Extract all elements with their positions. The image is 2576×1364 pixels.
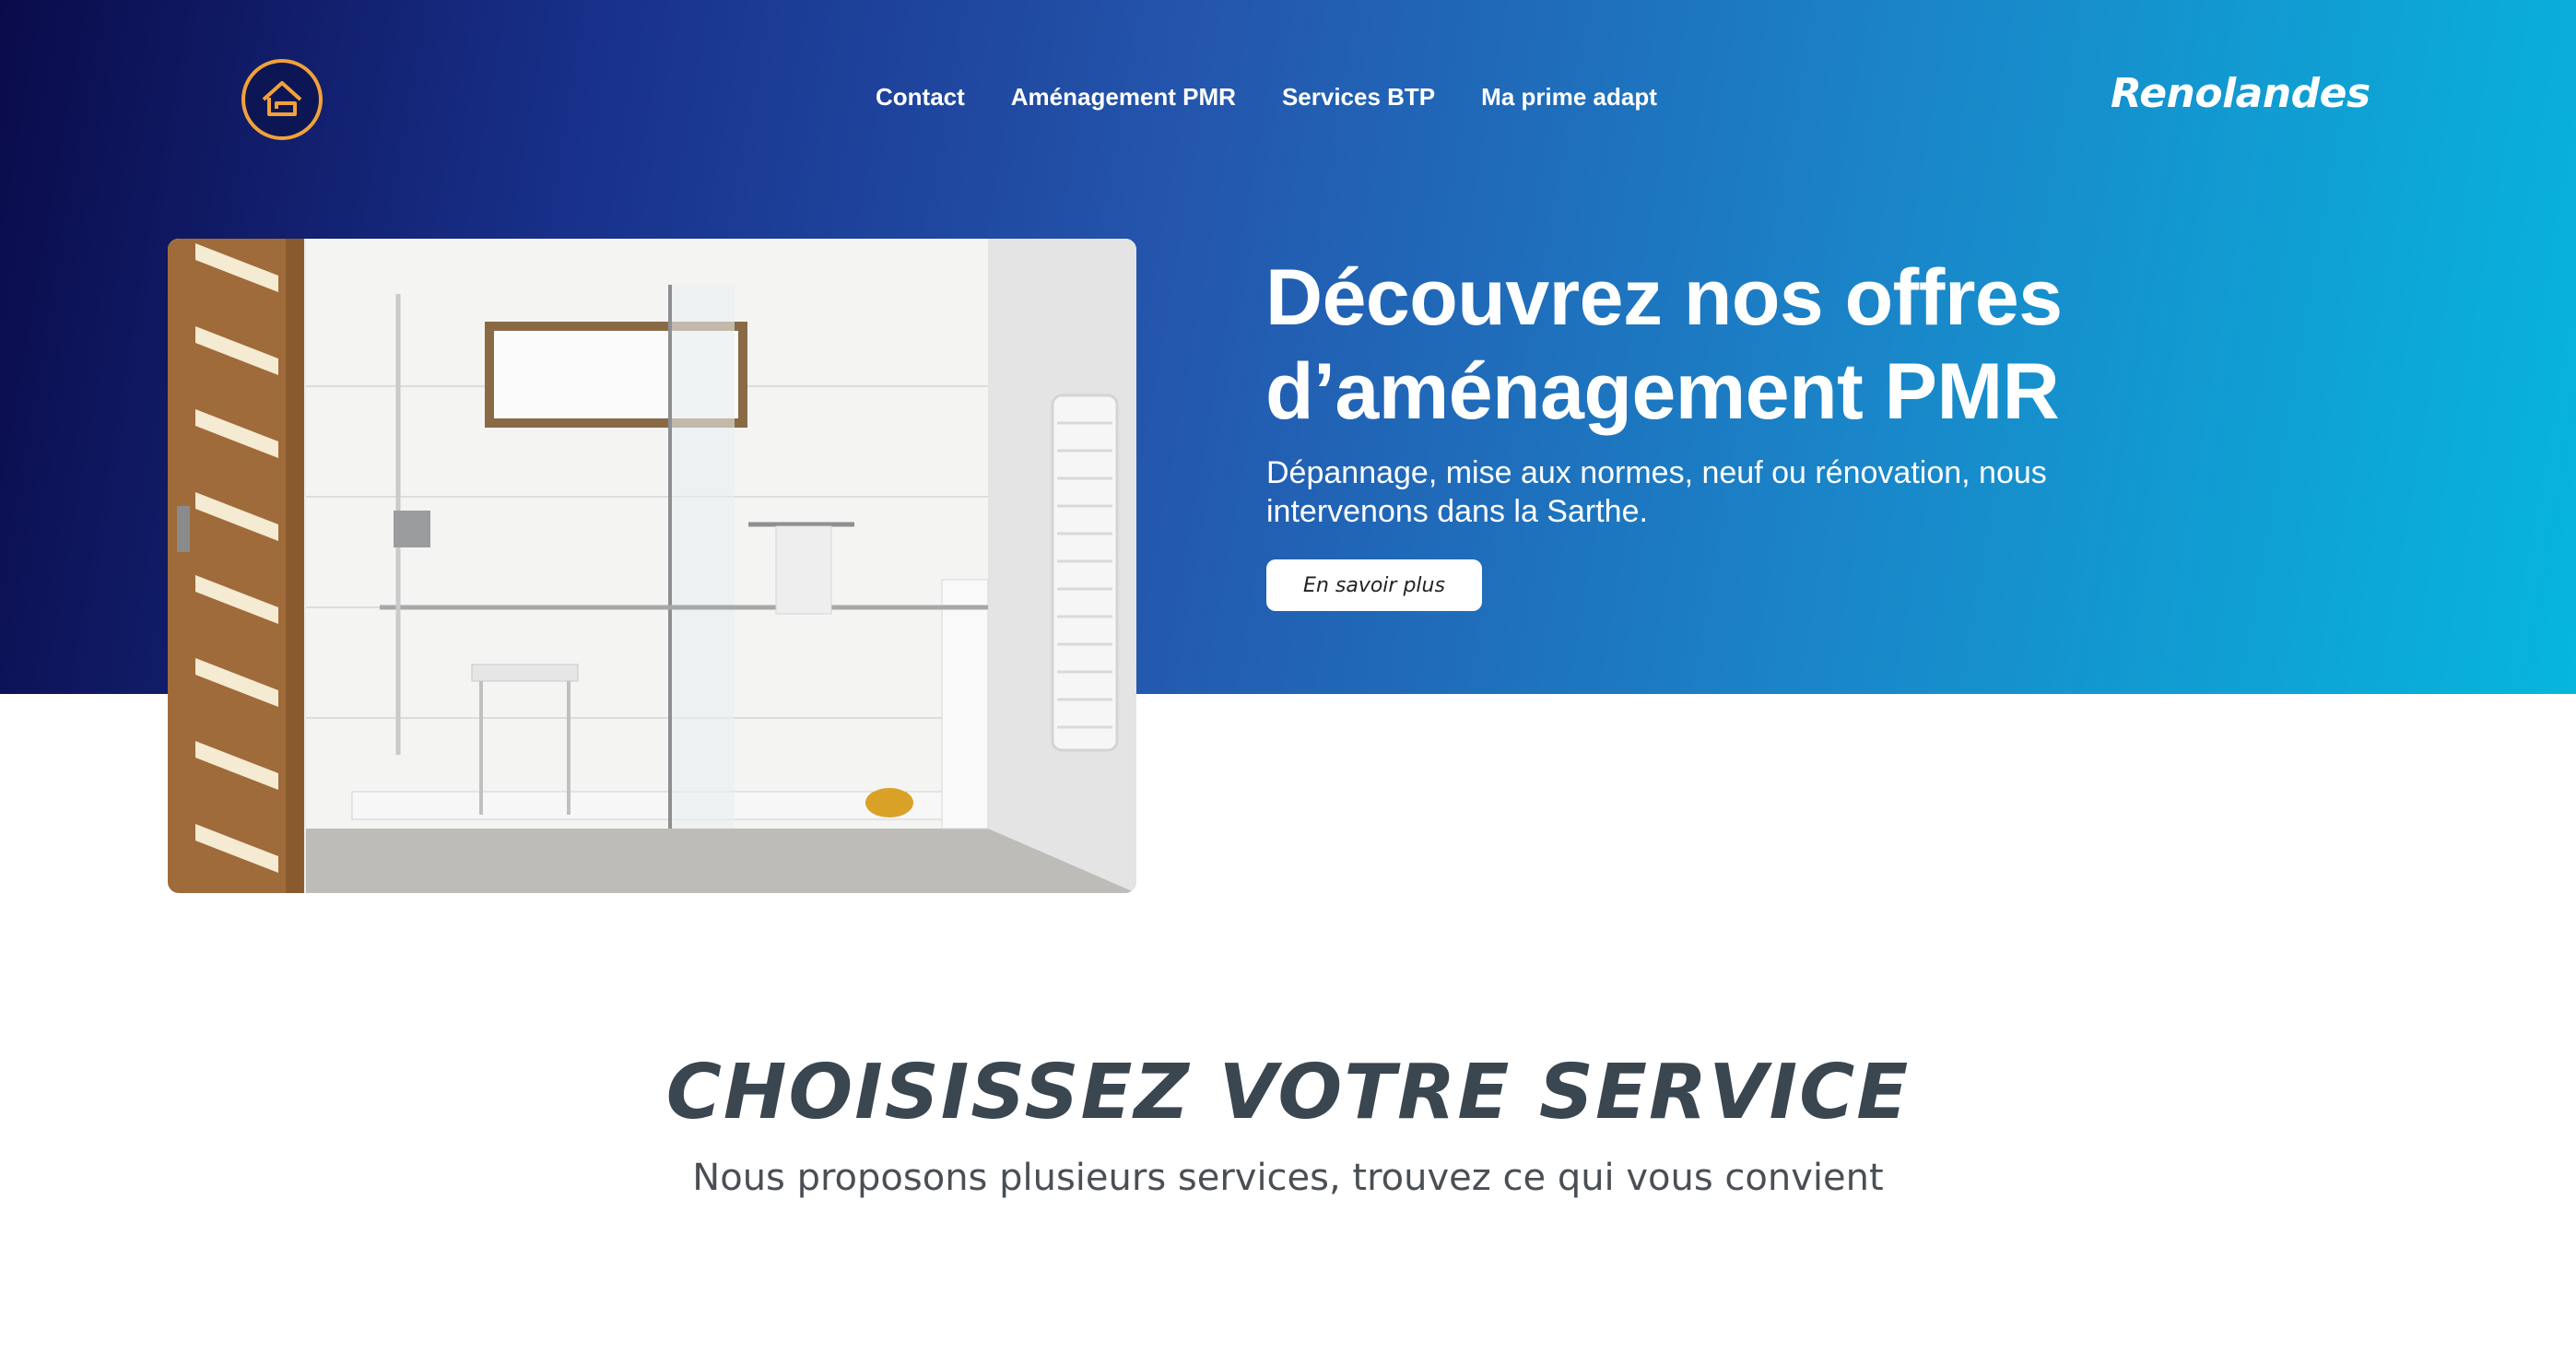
brand-name[interactable]: Renolandes	[2111, 70, 2370, 117]
nav-ma-prime-adapt[interactable]: Ma prime adapt	[1481, 83, 1657, 112]
services-subtitle: Nous proposons plusieurs services, trouv…	[692, 1157, 1884, 1199]
accessible-shower-photo	[168, 239, 1136, 893]
main-nav: Contact Aménagement PMR Services BTP Ma …	[876, 83, 1657, 112]
hero-headline: Découvrez nos offres d’aménagement PMR	[1265, 251, 2279, 439]
hero-headline-line2: d’aménagement PMR	[1265, 347, 2060, 436]
learn-more-button[interactable]: En savoir plus	[1266, 559, 1482, 611]
hero-subtext-line2: intervenons dans la Sarthe.	[1266, 494, 1648, 529]
hero-subtext-line1: Dépannage, mise aux normes, neuf ou réno…	[1266, 455, 2047, 490]
nav-amenagement-pmr[interactable]: Aménagement PMR	[1011, 83, 1236, 112]
nav-contact[interactable]: Contact	[876, 83, 965, 112]
nav-services-btp[interactable]: Services BTP	[1282, 83, 1435, 112]
hero-subtext: Dépannage, mise aux normes, neuf ou réno…	[1266, 453, 2096, 531]
services-title: CHOISISSEZ VOTRE SERVICE	[665, 1049, 1911, 1136]
house-logo-icon[interactable]	[241, 59, 323, 140]
hero-headline-line1: Découvrez nos offres	[1265, 253, 2063, 342]
